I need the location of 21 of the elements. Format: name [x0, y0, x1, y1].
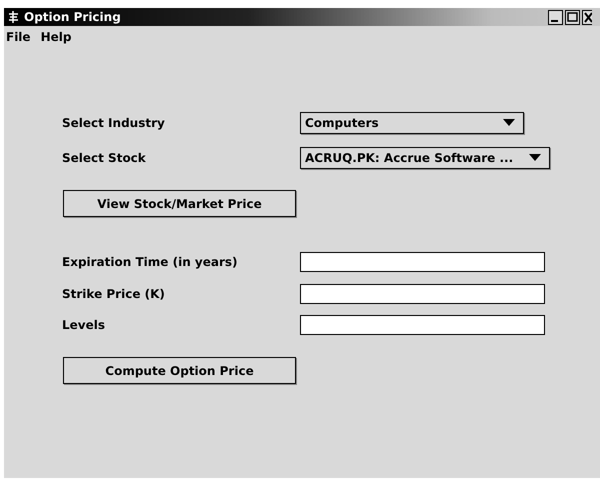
- dropdown-arrow-icon: [503, 119, 515, 126]
- input-field[interactable]: [300, 314, 545, 334]
- dropdown[interactable]: ACRUQ.PK: Accrue Software ...: [300, 146, 550, 168]
- menu-item[interactable]: Help: [40, 30, 72, 44]
- maximize-icon[interactable]: [565, 10, 580, 24]
- dropdown-arrow-icon: [529, 154, 541, 161]
- close-icon[interactable]: [582, 10, 592, 24]
- field-label: Expiration Time (in years): [62, 254, 239, 268]
- app-icon: [8, 11, 19, 23]
- field-label: Levels: [62, 318, 106, 332]
- dropdown[interactable]: Computers: [300, 112, 524, 134]
- view-price-button[interactable]: View Stock/Market Price: [63, 190, 296, 217]
- field-label: Select Industry: [62, 116, 166, 130]
- compute-button[interactable]: Compute Option Price: [63, 357, 296, 384]
- input-field[interactable]: [300, 284, 545, 304]
- menu-item[interactable]: File: [6, 30, 31, 44]
- window-title: Option Pricing: [24, 10, 121, 24]
- input-field[interactable]: [300, 252, 545, 272]
- minimize-icon[interactable]: [548, 10, 563, 24]
- field-label: Strike Price (K): [62, 286, 166, 300]
- field-label: Select Stock: [62, 150, 147, 164]
